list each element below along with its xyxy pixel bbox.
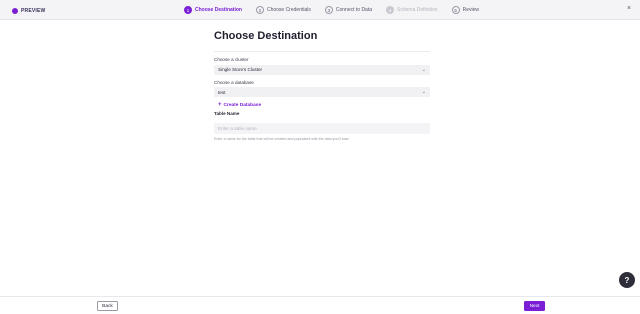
step-number: 5 <box>451 6 460 14</box>
database-select-value: test <box>218 89 226 95</box>
cluster-select[interactable]: Single Store's Cluster ⌄ <box>214 64 430 75</box>
next-button[interactable]: Next <box>524 301 545 311</box>
step-number: 4 <box>386 6 395 14</box>
badge-dot-icon <box>12 7 18 14</box>
step-choose-credentials[interactable]: 2 Choose Credentials <box>255 6 311 14</box>
create-database-button[interactable]: + Create Database <box>214 102 430 108</box>
chevron-down-icon: ⌄ <box>421 89 426 95</box>
step-choose-destination[interactable]: 1 Choose Destination <box>184 6 242 14</box>
help-button[interactable]: ? <box>619 272 635 288</box>
step-label: Connect to Data <box>335 7 373 13</box>
database-label: Choose a database <box>214 79 254 85</box>
step-connect-to-data[interactable]: 3 Connect to Data <box>324 6 373 14</box>
step-number: 3 <box>324 6 333 14</box>
badge-label: PREVIEW <box>21 7 46 14</box>
cluster-select-value: Single Store's Cluster <box>218 67 263 72</box>
cluster-label: Choose a cluster <box>214 57 249 62</box>
database-select[interactable]: test ⌄ <box>214 87 430 97</box>
step-label: Choose Credentials <box>266 7 311 13</box>
step-label: Schema Definition <box>397 7 438 13</box>
table-name-helper-text: Enter a name for the table that will be … <box>214 137 349 141</box>
chevron-down-icon: ⌄ <box>421 66 426 73</box>
step-number: 1 <box>184 6 192 14</box>
back-button[interactable]: Back <box>97 301 118 311</box>
divider <box>214 51 430 52</box>
footer-bar: Back Next <box>0 296 640 314</box>
plus-icon: + <box>218 102 222 108</box>
close-icon[interactable]: × <box>627 5 631 12</box>
create-database-label: Create Database <box>223 102 262 108</box>
table-name-input[interactable] <box>214 123 430 134</box>
page-title: Choose Destination <box>214 30 318 42</box>
step-label: Choose Destination <box>195 7 242 13</box>
step-review[interactable]: 5 Review <box>451 6 479 14</box>
wizard-steps: 1 Choose Destination 2 Choose Credential… <box>184 5 479 15</box>
step-label: Review <box>462 7 479 13</box>
preview-badge: PREVIEW <box>12 6 45 15</box>
table-name-label: Table Name <box>214 111 240 116</box>
top-bar: PREVIEW 1 Choose Destination 2 Choose Cr… <box>0 0 640 20</box>
step-number: 2 <box>255 6 264 14</box>
step-schema-definition: 4 Schema Definition <box>386 6 438 14</box>
destination-form: Choose Destination Choose a cluster Sing… <box>214 30 430 141</box>
